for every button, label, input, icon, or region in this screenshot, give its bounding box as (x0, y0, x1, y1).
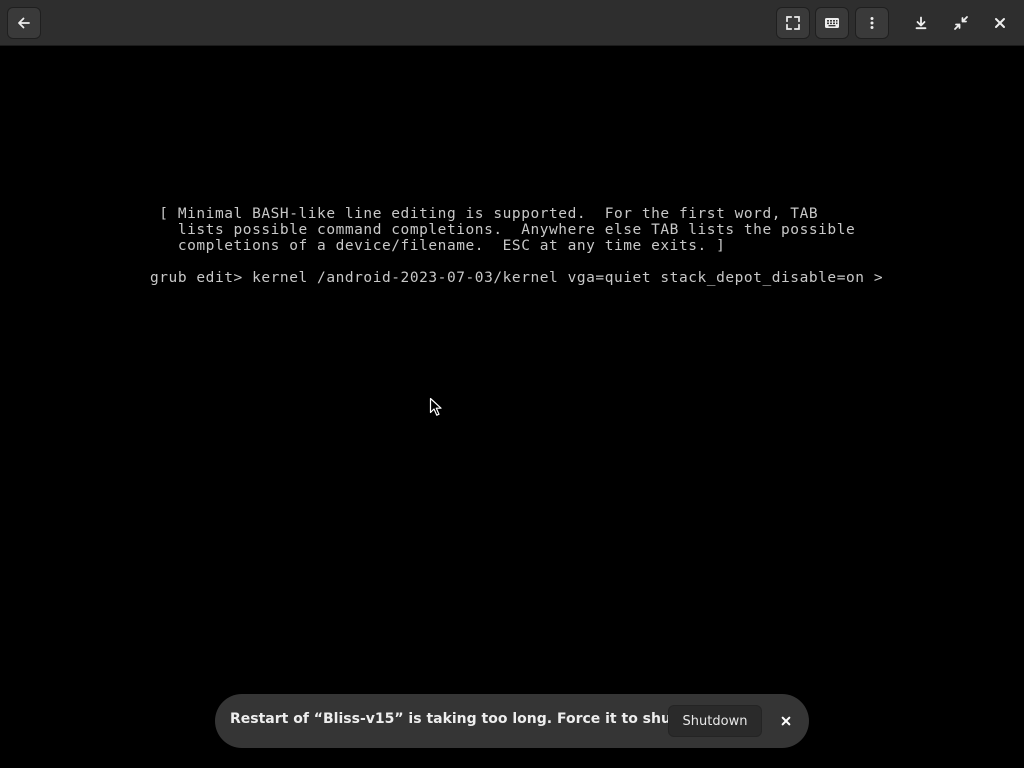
headerbar (0, 0, 1024, 46)
vm-display[interactable]: [ Minimal BASH-like line editing is supp… (0, 46, 1024, 768)
grub-help-line-2: lists possible command completions. Anyw… (150, 222, 856, 238)
menu-kebab-icon (870, 17, 874, 29)
unmaximize-icon (954, 16, 968, 30)
close-icon (995, 18, 1005, 28)
grub-edit-prompt[interactable]: grub edit> kernel /android-2023-07-03/ke… (150, 270, 883, 286)
download-icon (915, 16, 927, 30)
toast-message: Restart of “Bliss-v15” is taking too lon… (230, 711, 729, 727)
close-icon (781, 716, 791, 726)
close-window-button[interactable] (983, 7, 1017, 39)
keyboard-button[interactable] (815, 7, 849, 39)
menu-button[interactable] (855, 7, 889, 39)
grub-help-line-3: completions of a device/filename. ESC at… (150, 238, 726, 254)
vm-window: [ Minimal BASH-like line editing is supp… (0, 0, 1024, 768)
fullscreen-icon (786, 16, 800, 30)
mouse-pointer-icon (429, 397, 442, 416)
keyboard-icon (825, 18, 839, 28)
fullscreen-button[interactable] (776, 7, 810, 39)
unmaximize-button[interactable] (944, 7, 978, 39)
back-arrow-icon (18, 17, 30, 29)
grub-help-line-1: [ Minimal BASH-like line editing is supp… (150, 206, 819, 222)
download-button[interactable] (904, 7, 938, 39)
back-button[interactable] (7, 7, 41, 39)
toast-close-button[interactable] (774, 709, 798, 733)
shutdown-button[interactable]: Shutdown (668, 705, 762, 737)
restart-timeout-toast: Restart of “Bliss-v15” is taking too lon… (215, 694, 809, 748)
